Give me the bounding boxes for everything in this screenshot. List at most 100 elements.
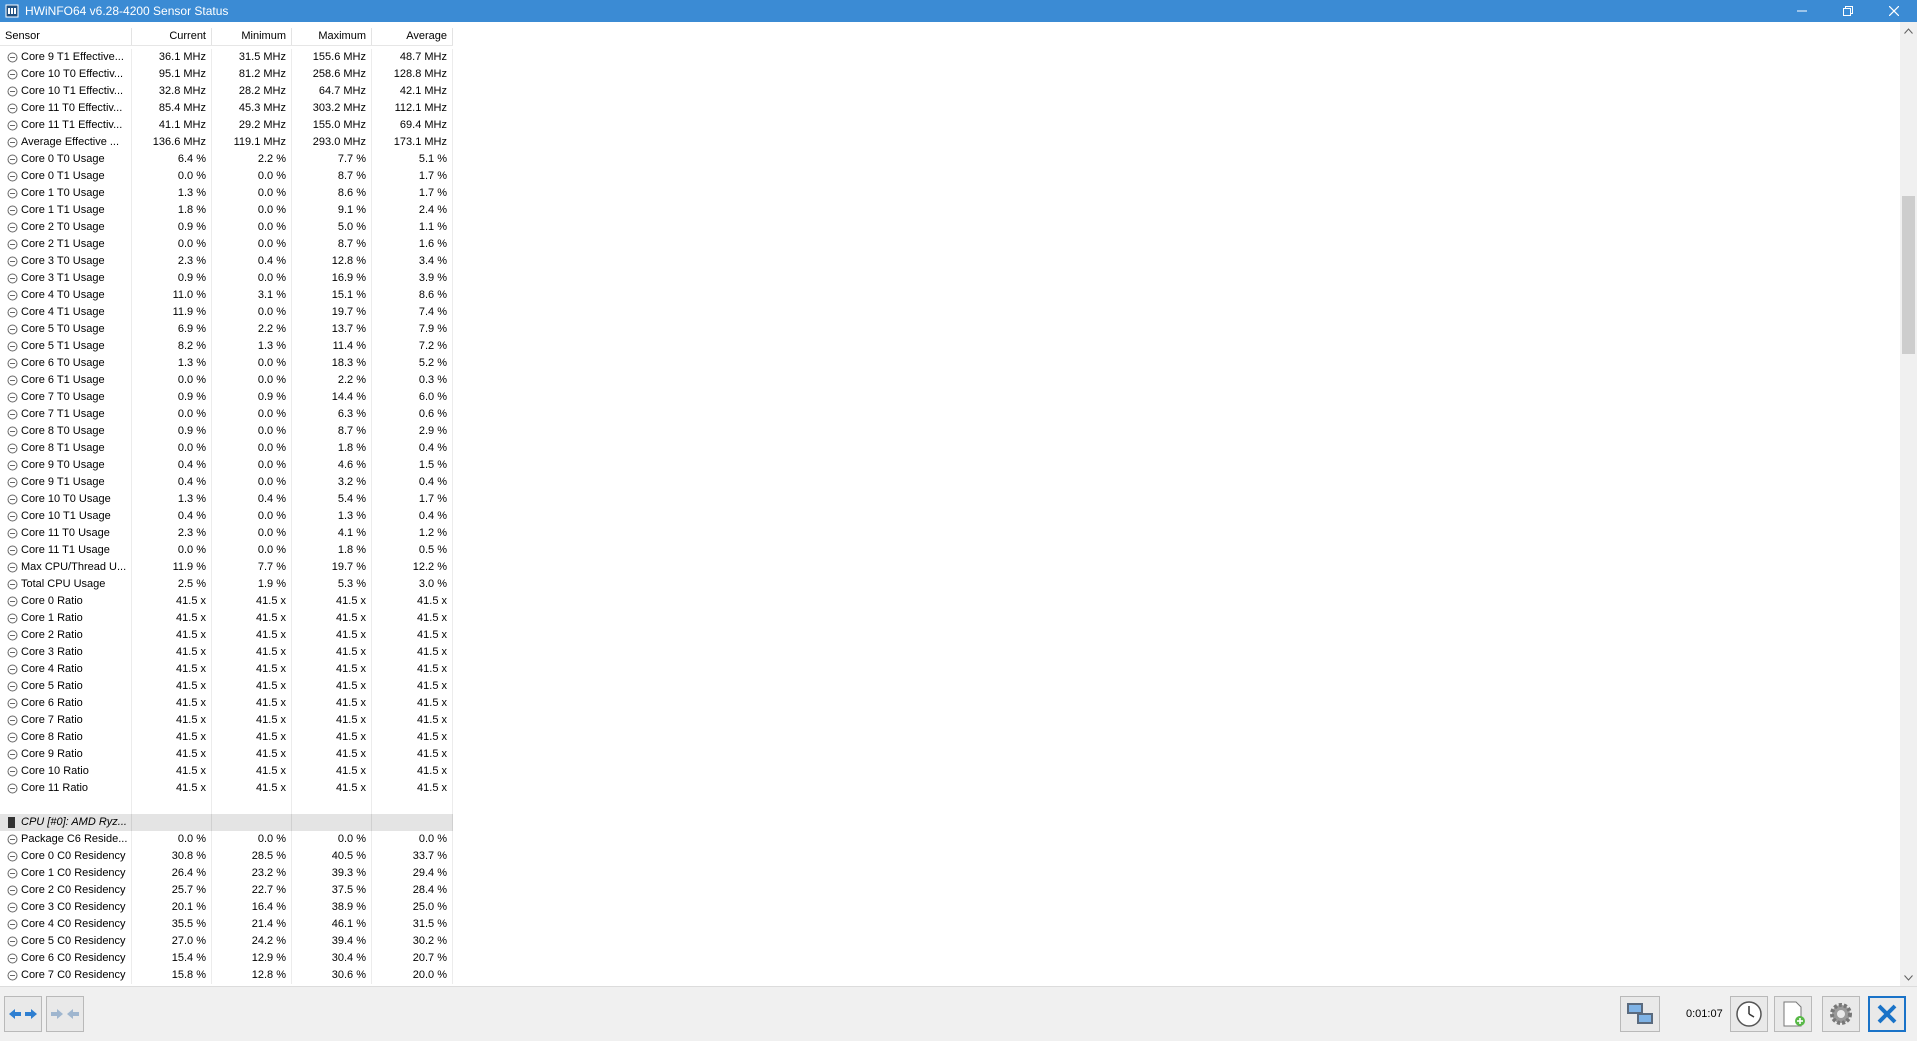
table-row[interactable]: Core 1 Ratio 41.5 x 41.5 x 41.5 x 41.5 x [0, 610, 453, 627]
table-row[interactable]: Core 10 T0 Effectiv... 95.1 MHz 81.2 MHz 25… [0, 66, 453, 83]
table-row[interactable]: Core 11 T1 Effectiv... 41.1 MHz 29.2 MHz 15… [0, 117, 453, 134]
table-row[interactable]: Core 8 Ratio 41.5 x 41.5 x 41.5 x 41.5 x [0, 729, 453, 746]
table-row[interactable]: Core 10 Ratio 41.5 x 41.5 x 41.5 x 41.5 x [0, 763, 453, 780]
table-row[interactable]: Core 4 T1 Usage 11.9 % 0.0 % 19.7 % 7.4 % [0, 304, 453, 321]
column-header-minimum[interactable]: Minimum [212, 28, 292, 45]
table-row[interactable]: Core 8 T1 Usage 0.0 % 0.0 % 1.8 % 0.4 % [0, 440, 453, 457]
table-row[interactable]: Core 2 C0 Residency 25.7 % 22.7 % 37.5 % 28.… [0, 882, 453, 899]
table-row[interactable]: Core 5 T0 Usage 6.9 % 2.2 % 13.7 % 7.9 % [0, 321, 453, 338]
sensor-name: Core 7 T1 Usage [21, 408, 105, 420]
average-value: 5.2 % [372, 355, 453, 372]
maximum-value: 8.7 % [292, 236, 372, 253]
table-row[interactable]: Core 7 T0 Usage 0.9 % 0.9 % 14.4 % 6.0 % [0, 389, 453, 406]
table-row[interactable]: Core 6 T1 Usage 0.0 % 0.0 % 2.2 % 0.3 % [0, 372, 453, 389]
vertical-scrollbar[interactable] [1900, 22, 1917, 986]
table-row[interactable]: Core 2 Ratio 41.5 x 41.5 x 41.5 x 41.5 x [0, 627, 453, 644]
table-row[interactable]: Core 7 T1 Usage 0.0 % 0.0 % 6.3 % 0.6 % [0, 406, 453, 423]
table-row[interactable]: Core 9 T0 Usage 0.4 % 0.0 % 4.6 % 1.5 % [0, 457, 453, 474]
table-row[interactable]: Core 3 T0 Usage 2.3 % 0.4 % 12.8 % 3.4 % [0, 253, 453, 270]
table-row[interactable]: Core 6 Ratio 41.5 x 41.5 x 41.5 x 41.5 x [0, 695, 453, 712]
table-row[interactable]: Core 2 T1 Usage 0.0 % 0.0 % 8.7 % 1.6 % [0, 236, 453, 253]
table-row[interactable]: Core 1 T1 Usage 1.8 % 0.0 % 9.1 % 2.4 % [0, 202, 453, 219]
table-row[interactable]: Core 5 T1 Usage 8.2 % 1.3 % 11.4 % 7.2 % [0, 338, 453, 355]
maximum-value: 0.0 % [292, 831, 372, 848]
sensor-name-cell: Core 1 T0 Usage [0, 185, 132, 202]
network-button[interactable] [1620, 996, 1660, 1032]
minimum-value: 0.0 % [212, 355, 292, 372]
table-row[interactable]: Core 6 C0 Residency 15.4 % 12.9 % 30.4 % 20.… [0, 950, 453, 967]
table-row[interactable]: Core 9 T1 Effective... 36.1 MHz 31.5 MHz 15… [0, 49, 453, 66]
table-row[interactable]: Package C6 Reside... 0.0 % 0.0 % 0.0 % 0.0 % [0, 831, 453, 848]
close-button[interactable] [1868, 996, 1906, 1032]
sensor-circle-icon [7, 613, 18, 624]
table-row[interactable]: Core 0 C0 Residency 30.8 % 28.5 % 40.5 % 33.… [0, 848, 453, 865]
table-row[interactable]: Core 4 C0 Residency 35.5 % 21.4 % 46.1 % 31.… [0, 916, 453, 933]
table-row[interactable]: Core 3 Ratio 41.5 x 41.5 x 41.5 x 41.5 x [0, 644, 453, 661]
table-row[interactable]: Max CPU/Thread U... 11.9 % 7.7 % 19.7 % 12.2… [0, 559, 453, 576]
table-row[interactable]: Core 10 T0 Usage 1.3 % 0.4 % 5.4 % 1.7 % [0, 491, 453, 508]
table-row[interactable]: Core 7 C0 Residency 15.8 % 12.8 % 30.6 % 20.… [0, 967, 453, 984]
current-value: 0.0 % [132, 168, 212, 185]
scroll-up-button[interactable] [1900, 22, 1917, 39]
table-row[interactable]: Core 1 C0 Residency 26.4 % 23.2 % 39.3 % 29.… [0, 865, 453, 882]
sensor-circle-icon [7, 783, 18, 794]
table-row[interactable]: Core 0 T0 Usage 6.4 % 2.2 % 7.7 % 5.1 % [0, 151, 453, 168]
table-row[interactable]: Core 3 C0 Residency 20.1 % 16.4 % 38.9 % 25.… [0, 899, 453, 916]
current-value: 1.3 % [132, 185, 212, 202]
sensor-name-cell: Core 10 T0 Usage [0, 491, 132, 508]
sensor-name-cell: Core 6 T1 Usage [0, 372, 132, 389]
current-value: 35.5 % [132, 916, 212, 933]
table-row[interactable]: Core 0 Ratio 41.5 x 41.5 x 41.5 x 41.5 x [0, 593, 453, 610]
minimum-value: 81.2 MHz [212, 66, 292, 83]
scroll-down-button[interactable] [1900, 969, 1917, 986]
sensor-group-row[interactable]: CPU [#0]: AMD Ryz... [0, 814, 453, 831]
sensor-name-cell: Core 11 T0 Usage [0, 525, 132, 542]
table-row[interactable]: Core 8 T0 Usage 0.9 % 0.0 % 8.7 % 2.9 % [0, 423, 453, 440]
table-row[interactable]: Core 2 T0 Usage 0.9 % 0.0 % 5.0 % 1.1 % [0, 219, 453, 236]
column-header-average[interactable]: Average [372, 28, 453, 45]
table-row[interactable]: Core 0 T1 Usage 0.0 % 0.0 % 8.7 % 1.7 % [0, 168, 453, 185]
minimum-value: 0.0 % [212, 508, 292, 525]
table-row[interactable]: Core 6 T0 Usage 1.3 % 0.0 % 18.3 % 5.2 % [0, 355, 453, 372]
table-row[interactable]: Core 11 T0 Effectiv... 85.4 MHz 45.3 MHz 30… [0, 100, 453, 117]
table-row[interactable]: Core 10 T1 Effectiv... 32.8 MHz 28.2 MHz 64… [0, 83, 453, 100]
table-row[interactable]: Core 11 T0 Usage 2.3 % 0.0 % 4.1 % 1.2 % [0, 525, 453, 542]
scrollbar-thumb[interactable] [1902, 196, 1915, 354]
sensor-name: Core 8 Ratio [21, 731, 83, 743]
current-value: 2.5 % [132, 576, 212, 593]
minimize-button[interactable] [1779, 0, 1825, 22]
sensor-name-cell: Core 2 C0 Residency [0, 882, 132, 899]
table-row[interactable]: Core 3 T1 Usage 0.9 % 0.0 % 16.9 % 3.9 % [0, 270, 453, 287]
minimum-value: 41.5 x [212, 644, 292, 661]
table-row[interactable]: Total CPU Usage 2.5 % 1.9 % 5.3 % 3.0 % [0, 576, 453, 593]
table-row[interactable]: Core 1 T0 Usage 1.3 % 0.0 % 8.6 % 1.7 % [0, 185, 453, 202]
add-log-button[interactable] [1774, 996, 1812, 1032]
table-row[interactable]: Core 7 Ratio 41.5 x 41.5 x 41.5 x 41.5 x [0, 712, 453, 729]
table-row[interactable]: Core 5 C0 Residency 27.0 % 24.2 % 39.4 % 30.… [0, 933, 453, 950]
table-row[interactable]: Core 9 T1 Usage 0.4 % 0.0 % 3.2 % 0.4 % [0, 474, 453, 491]
average-value: 1.7 % [372, 491, 453, 508]
current-value: 41.1 MHz [132, 117, 212, 134]
table-row[interactable]: Core 9 Ratio 41.5 x 41.5 x 41.5 x 41.5 x [0, 746, 453, 763]
table-row[interactable]: Core 4 Ratio 41.5 x 41.5 x 41.5 x 41.5 x [0, 661, 453, 678]
close-window-button[interactable] [1871, 0, 1917, 22]
table-row[interactable]: Core 11 T1 Usage 0.0 % 0.0 % 1.8 % 0.5 % [0, 542, 453, 559]
table-row[interactable]: Average Effective ... 136.6 MHz 119.1 MHz 2… [0, 134, 453, 151]
empty-row[interactable] [0, 797, 453, 814]
column-header-current[interactable]: Current [132, 28, 212, 45]
settings-button[interactable] [1822, 996, 1860, 1032]
column-header-sensor[interactable]: Sensor [0, 28, 132, 45]
empty-cell [372, 797, 453, 814]
table-row[interactable]: Core 10 T1 Usage 0.4 % 0.0 % 1.3 % 0.4 % [0, 508, 453, 525]
sensor-name-cell: Core 9 T0 Usage [0, 457, 132, 474]
table-row[interactable]: Core 4 T0 Usage 11.0 % 3.1 % 15.1 % 8.6 % [0, 287, 453, 304]
clock-button[interactable] [1730, 996, 1768, 1032]
column-header-maximum[interactable]: Maximum [292, 28, 372, 45]
restore-button[interactable] [1825, 0, 1871, 22]
navigate-disabled-button[interactable] [46, 996, 84, 1032]
table-row[interactable]: Core 5 Ratio 41.5 x 41.5 x 41.5 x 41.5 x [0, 678, 453, 695]
navigate-button[interactable] [4, 996, 42, 1032]
sensor-name-cell: Core 7 T1 Usage [0, 406, 132, 423]
sensor-name: Core 10 T0 Usage [21, 493, 111, 505]
table-row[interactable]: Core 11 Ratio 41.5 x 41.5 x 41.5 x 41.5 x [0, 780, 453, 797]
